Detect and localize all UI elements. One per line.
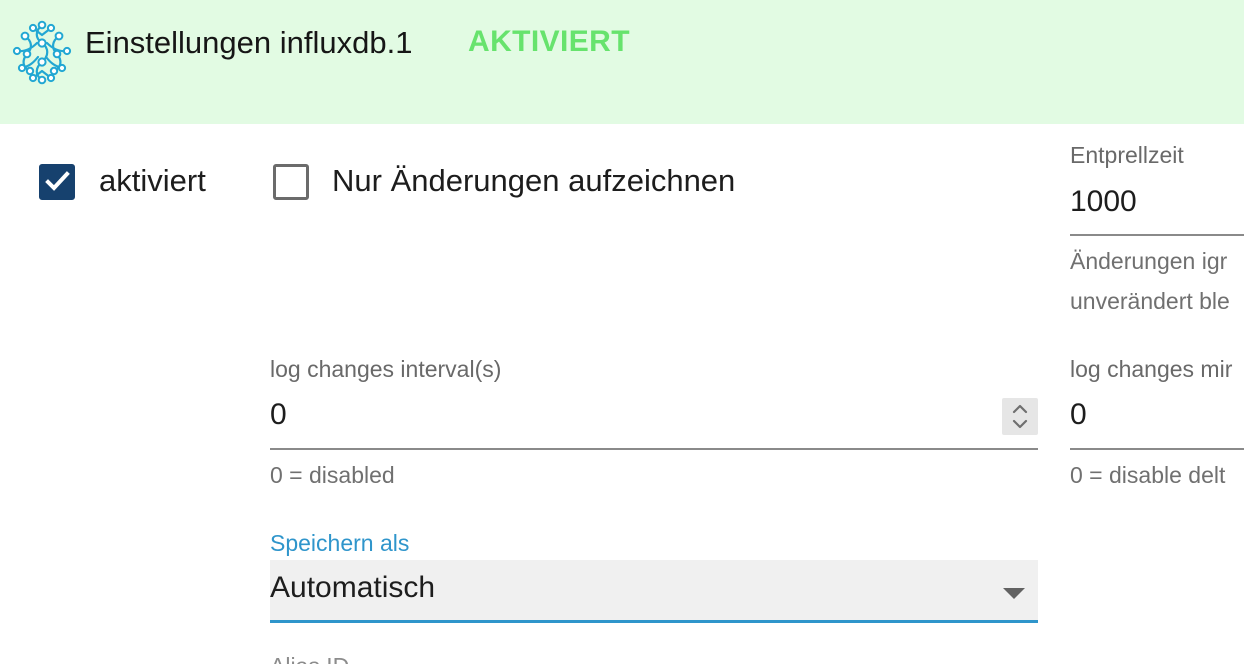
- save-as-select-underline: [270, 620, 1038, 623]
- network-node-logo-icon: [12, 20, 72, 85]
- log-changes-min-input[interactable]: 0: [1070, 397, 1087, 433]
- log-changes-interval-input[interactable]: 0: [270, 397, 287, 433]
- stepper-down-icon[interactable]: [1002, 415, 1038, 433]
- log-changes-interval-helper: 0 = disabled: [270, 462, 395, 488]
- settings-page: Einstellungen influxdb.1 AKTIVIERT aktiv…: [0, 0, 1244, 664]
- enabled-label: aktiviert: [99, 163, 206, 198]
- log-changes-min-label: log changes mir: [1070, 356, 1233, 382]
- debounce-input[interactable]: 1000: [1070, 184, 1137, 220]
- changes-only-label: Nur Änderungen aufzeichnen: [332, 163, 736, 198]
- changes-only-checkbox[interactable]: [273, 164, 309, 200]
- dropdown-arrow-icon[interactable]: [1003, 588, 1025, 599]
- debounce-input-underline: [1070, 234, 1244, 236]
- checkmark-icon: [45, 171, 70, 191]
- next-field-label-partial: Alias ID: [270, 652, 390, 664]
- log-changes-min-helper: 0 = disable delt: [1070, 462, 1226, 488]
- settings-header: Einstellungen influxdb.1 AKTIVIERT: [0, 0, 1244, 124]
- debounce-helper-line-1: Änderungen igr: [1070, 248, 1228, 274]
- number-stepper[interactable]: [1002, 398, 1038, 435]
- adapter-status-badge: AKTIVIERT: [468, 25, 630, 58]
- enabled-checkbox[interactable]: [39, 164, 75, 200]
- log-changes-min-underline: [1070, 448, 1244, 450]
- log-changes-interval-underline: [270, 448, 1038, 450]
- debounce-helper-line-2: unverändert ble: [1070, 288, 1230, 314]
- debounce-label: Entprellzeit: [1070, 142, 1184, 168]
- save-as-selected-value: Automatisch: [270, 571, 436, 604]
- save-as-label: Speichern als: [270, 530, 410, 556]
- log-changes-interval-label: log changes interval(s): [270, 356, 502, 382]
- alias-id-label: Alias ID: [270, 652, 390, 664]
- settings-title: Einstellungen influxdb.1: [85, 25, 413, 60]
